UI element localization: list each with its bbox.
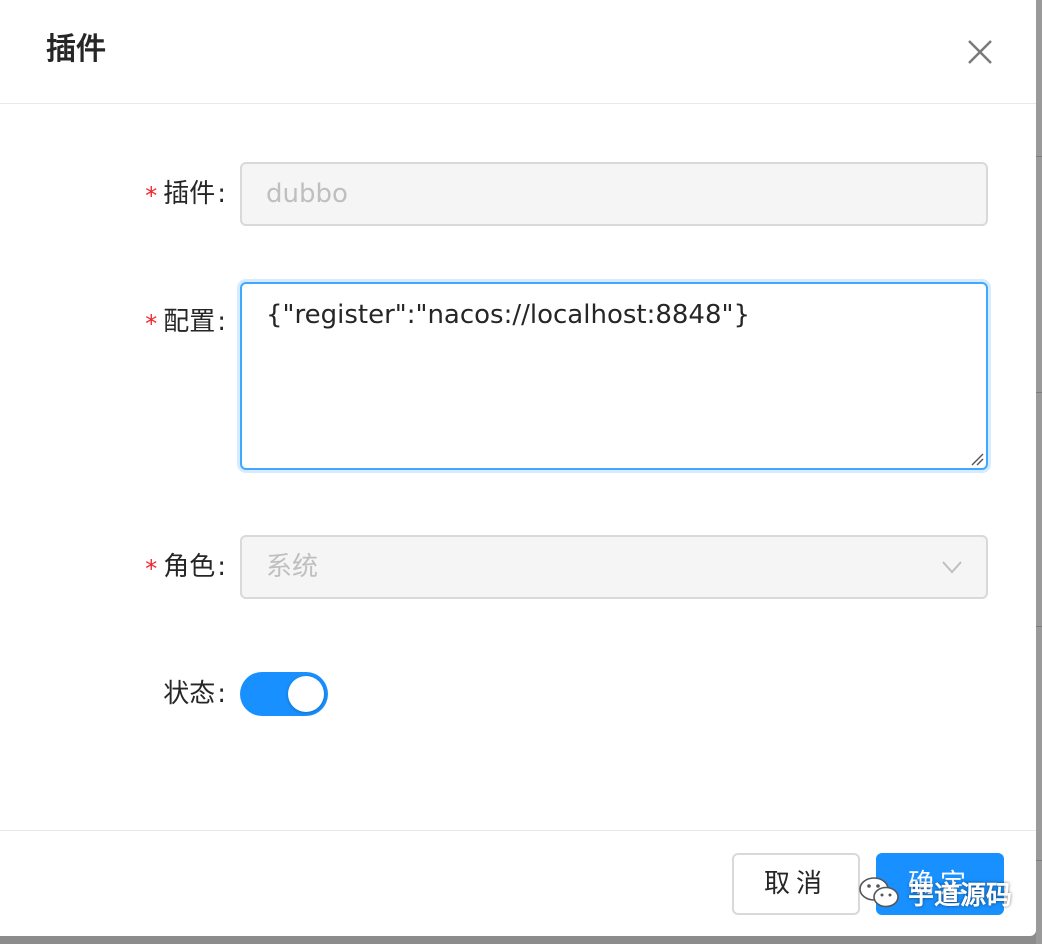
required-mark: * xyxy=(145,310,158,338)
cancel-button[interactable]: 取消 xyxy=(732,853,860,915)
config-textarea[interactable]: {"register":"nacos://localhost:8848"} xyxy=(240,282,988,470)
background-divider xyxy=(1036,392,1042,393)
form-row-role: * 角色: 系统 xyxy=(0,535,1036,599)
role-selected-value: 系统 xyxy=(266,552,319,582)
background-divider xyxy=(1036,156,1042,157)
plugin-modal: 插件 * 插件: dubbo * 配置: {"register":"nacos://… xyxy=(0,0,1036,936)
wechat-icon xyxy=(859,877,899,908)
required-mark: * xyxy=(145,182,158,210)
config-value: {"register":"nacos://localhost:8848"} xyxy=(266,300,751,330)
required-mark: * xyxy=(145,555,158,583)
modal-header: 插件 xyxy=(0,0,1036,104)
plugin-label: * 插件: xyxy=(145,179,226,210)
close-icon[interactable] xyxy=(958,30,1002,74)
watermark-text: 芋道源码 xyxy=(908,880,1013,911)
role-select[interactable]: 系统 xyxy=(240,535,988,599)
chevron-down-icon xyxy=(942,561,962,574)
form-row-config: * 配置: {"register":"nacos://localhost:8848… xyxy=(0,282,1036,470)
form-row-plugin: * 插件: dubbo xyxy=(0,162,1036,226)
form-row-status: 状态: xyxy=(0,672,1036,716)
background-divider xyxy=(1036,626,1042,627)
modal-title: 插件 xyxy=(46,32,106,67)
config-label: * 配置: xyxy=(145,307,226,338)
background-page-edge xyxy=(1036,0,1042,944)
plugin-input[interactable]: dubbo xyxy=(240,162,988,226)
background-divider xyxy=(1036,860,1042,861)
status-label: 状态: xyxy=(163,679,226,709)
status-switch[interactable] xyxy=(240,672,328,716)
role-label: * 角色: xyxy=(145,552,226,583)
switch-knob xyxy=(288,676,324,712)
resize-handle-icon[interactable] xyxy=(968,450,984,466)
watermark: 芋道源码 xyxy=(856,868,1012,918)
